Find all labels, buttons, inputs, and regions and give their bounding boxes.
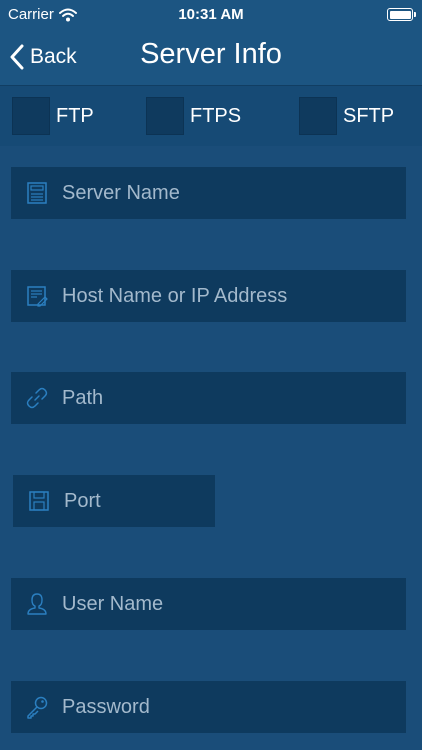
server-icon bbox=[27, 182, 47, 204]
battery-level bbox=[389, 10, 411, 19]
status-time: 10:31 AM bbox=[178, 6, 244, 23]
protocol-option-ftp[interactable]: FTP bbox=[12, 96, 94, 136]
floppy-disk-icon bbox=[29, 491, 49, 511]
server-name-field[interactable]: Server Name bbox=[11, 167, 406, 219]
protocol-option-sftp[interactable]: SFTP bbox=[299, 96, 394, 136]
host-name-placeholder: Host Name or IP Address bbox=[62, 284, 288, 307]
link-icon bbox=[26, 387, 48, 409]
path-field[interactable]: Path bbox=[11, 372, 406, 424]
host-document-icon bbox=[27, 286, 48, 307]
ftps-checkbox[interactable] bbox=[146, 97, 184, 135]
user-name-field[interactable]: User Name bbox=[11, 578, 406, 630]
navigation-bar: Back Server Info bbox=[0, 30, 422, 85]
password-field[interactable]: Password bbox=[11, 681, 406, 733]
sftp-checkbox[interactable] bbox=[299, 97, 337, 135]
battery-icon bbox=[387, 8, 416, 21]
ftp-checkbox[interactable] bbox=[12, 97, 50, 135]
host-name-field[interactable]: Host Name or IP Address bbox=[11, 270, 406, 322]
protocol-option-ftps[interactable]: FTPS bbox=[146, 96, 241, 136]
port-field[interactable]: Port bbox=[13, 475, 215, 527]
password-placeholder: Password bbox=[62, 695, 150, 718]
server-name-placeholder: Server Name bbox=[62, 181, 180, 204]
path-placeholder: Path bbox=[62, 386, 104, 409]
page-title: Server Info bbox=[140, 38, 282, 70]
user-icon bbox=[27, 593, 47, 615]
status-bar: Carrier 10:31 AM bbox=[0, 0, 422, 30]
port-placeholder: Port bbox=[64, 489, 101, 512]
protocol-selector: FTP FTPS SFTP bbox=[0, 85, 422, 146]
sftp-label: SFTP bbox=[343, 105, 395, 127]
ftp-label: FTP bbox=[56, 105, 94, 127]
ftps-label: FTPS bbox=[190, 105, 242, 127]
key-icon bbox=[27, 696, 48, 719]
user-name-placeholder: User Name bbox=[62, 592, 164, 615]
